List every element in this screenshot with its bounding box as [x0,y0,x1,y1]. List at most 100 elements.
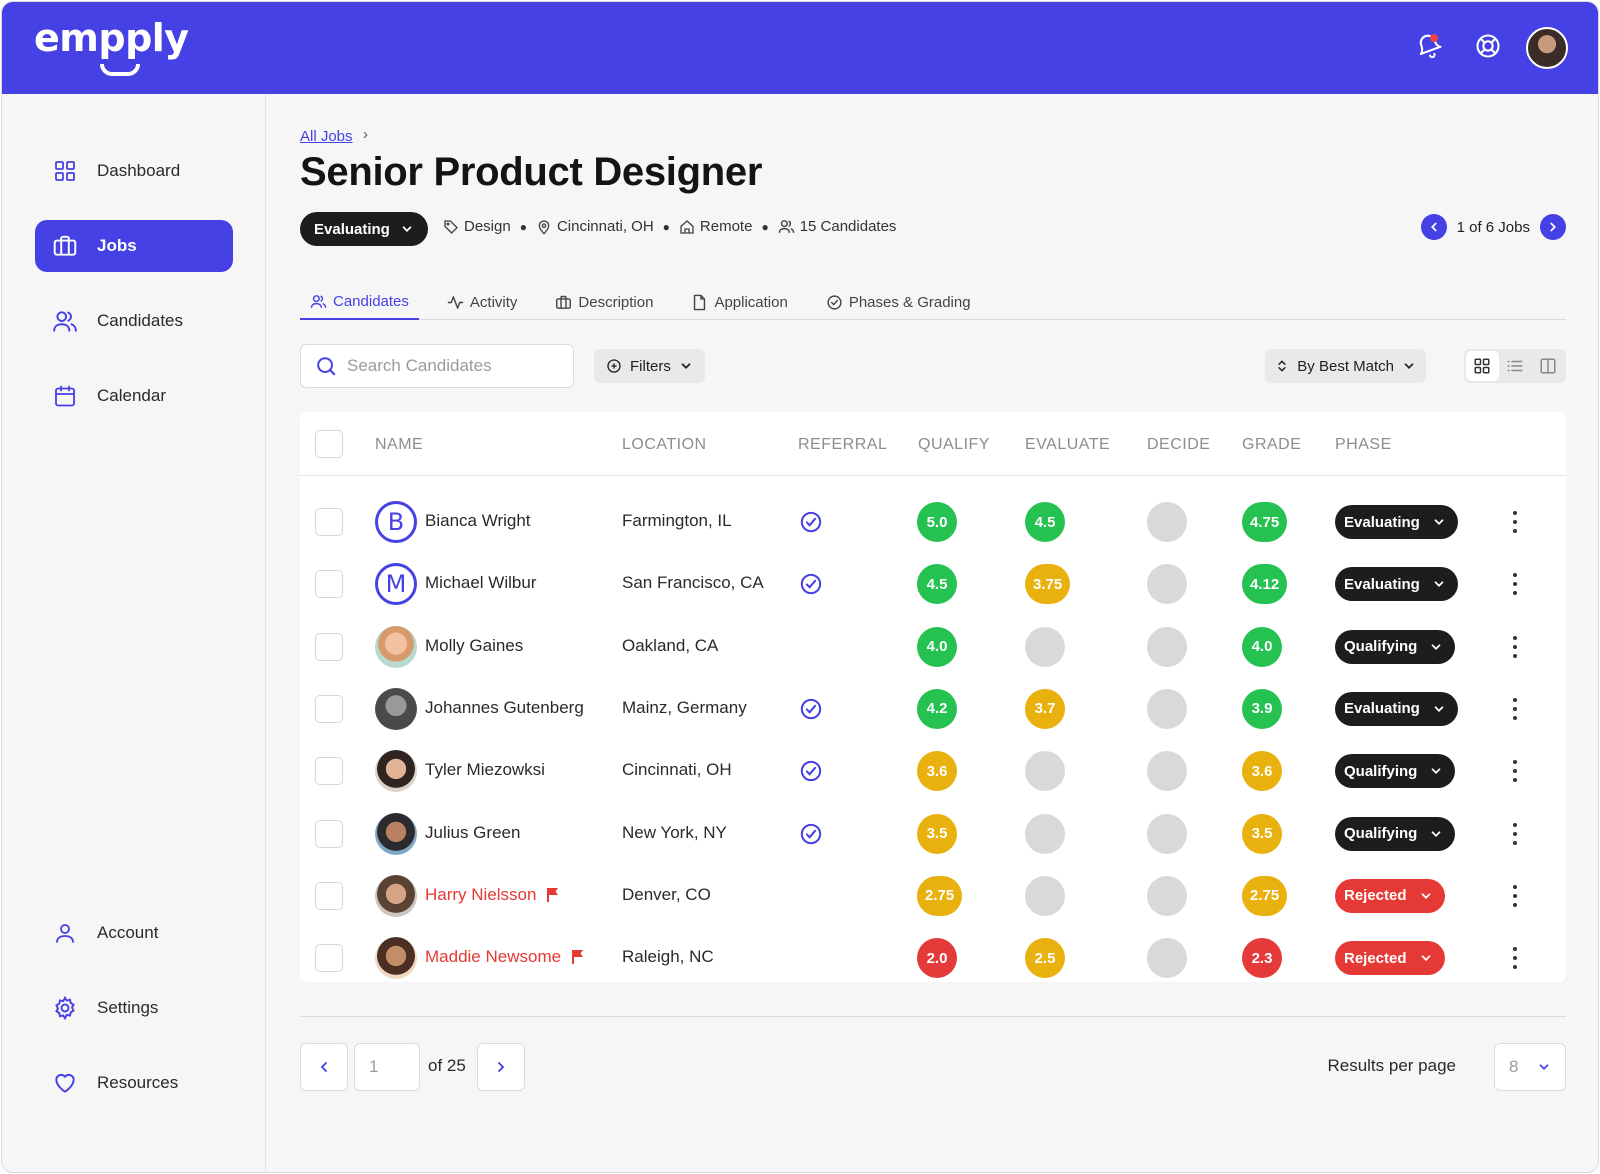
tab-phases-grading[interactable]: Phases & Grading [816,284,981,320]
decide-score-badge[interactable] [1147,938,1187,979]
candidate-name[interactable]: Tyler Miezowksi [425,760,545,780]
tab-activity[interactable]: Activity [437,284,528,320]
sidebar-item-resources[interactable]: Resources [35,1057,233,1109]
evaluate-score-badge[interactable] [1025,875,1065,916]
qualify-score-badge[interactable]: 5.0 [917,502,957,542]
sidebar-item-dashboard[interactable]: Dashboard [35,145,233,197]
grade-score-badge[interactable]: 4.12 [1242,564,1288,605]
job-status-dropdown[interactable]: Evaluating [300,212,428,246]
evaluate-score-badge[interactable]: 2.5 [1025,938,1065,979]
sidebar-item-candidates[interactable]: Candidates [35,295,233,347]
grid-view-button[interactable] [1466,351,1499,381]
grade-score-badge[interactable]: 2.75 [1242,875,1288,916]
row-checkbox[interactable] [315,819,343,848]
qualify-score-badge[interactable]: 3.5 [917,813,957,854]
tab-description[interactable]: Description [545,284,663,320]
row-checkbox[interactable] [315,881,343,910]
bell-icon[interactable] [1415,32,1443,60]
row-more-menu-icon[interactable] [1512,884,1518,907]
row-more-menu-icon[interactable] [1512,697,1518,720]
qualify-score-badge[interactable]: 4.2 [917,688,957,729]
decide-score-badge[interactable] [1147,564,1187,605]
candidate-name[interactable]: Molly Gaines [425,636,523,656]
decide-score-badge[interactable] [1147,875,1187,916]
help-lifebuoy-icon[interactable] [1474,32,1502,60]
candidate-name[interactable]: Julius Green [425,823,520,843]
column-header-decide[interactable]: DECIDE [1147,436,1210,454]
phase-dropdown[interactable]: Rejected [1335,941,1445,976]
tab-candidates[interactable]: Candidates [300,284,419,320]
logo[interactable]: empply [34,16,189,60]
filters-button[interactable]: Filters [594,349,705,383]
table-row[interactable]: Tyler Miezowksi Cincinnati, OH 3.6 3.6 Qua… [300,739,1566,803]
table-row[interactable]: Johannes Gutenberg Mainz, Germany 4.2 3.7 3… [300,677,1566,741]
table-row[interactable]: Maddie Newsome Raleigh, NC 2.0 2.5 2.3 Reje… [300,926,1566,990]
sidebar-item-jobs[interactable]: Jobs [35,220,233,272]
column-header-location[interactable]: LOCATION [622,436,707,454]
decide-score-badge[interactable] [1147,688,1187,729]
row-more-menu-icon[interactable] [1512,635,1518,658]
evaluate-score-badge[interactable] [1025,626,1065,667]
qualify-score-badge[interactable]: 4.5 [917,564,957,605]
row-more-menu-icon[interactable] [1512,511,1518,533]
next-job-button[interactable] [1540,214,1566,240]
decide-score-badge[interactable] [1147,751,1187,792]
row-more-menu-icon[interactable] [1512,947,1518,970]
decide-score-badge[interactable] [1147,502,1187,542]
column-header-evaluate[interactable]: EVALUATE [1025,436,1110,454]
table-row[interactable]: Molly Gaines Oakland, CA 4.0 4.0 Qualifyin… [300,615,1566,679]
row-checkbox[interactable] [315,570,343,599]
candidate-name[interactable]: Bianca Wright [425,511,531,531]
qualify-score-badge[interactable]: 2.0 [917,938,957,979]
evaluate-score-badge[interactable] [1025,751,1065,792]
row-checkbox[interactable] [315,944,343,973]
row-more-menu-icon[interactable] [1512,760,1518,783]
row-more-menu-icon[interactable] [1512,822,1518,845]
search-input[interactable]: Search Candidates [300,344,574,388]
column-header-referral[interactable]: REFERRAL [798,436,887,454]
column-header-qualify[interactable]: QUALIFY [918,436,990,454]
sidebar-item-account[interactable]: Account [35,907,233,959]
phase-dropdown[interactable]: Qualifying [1335,816,1456,851]
evaluate-score-badge[interactable] [1025,813,1065,854]
evaluate-score-badge[interactable]: 3.7 [1025,688,1065,729]
row-checkbox[interactable] [315,508,343,536]
prev-job-button[interactable] [1420,214,1447,240]
evaluate-score-badge[interactable]: 3.75 [1025,564,1071,605]
grade-score-badge[interactable]: 3.6 [1242,751,1282,792]
grade-score-badge[interactable]: 3.9 [1242,688,1282,729]
grade-score-badge[interactable]: 3.5 [1242,813,1282,854]
table-row[interactable]: Julius Green New York, NY 3.5 3.5 Qualifyi… [300,802,1566,866]
user-avatar[interactable] [1526,27,1568,69]
candidate-name[interactable]: Maddie Newsome [425,947,585,967]
phase-dropdown[interactable]: Rejected [1335,878,1445,913]
sort-dropdown[interactable]: By Best Match [1265,349,1426,383]
phase-dropdown[interactable]: Evaluating [1335,505,1458,539]
next-page-button[interactable] [477,1043,525,1091]
candidate-name[interactable]: Harry Nielsson [425,885,560,905]
phase-dropdown[interactable]: Qualifying [1335,754,1456,789]
column-header-phase[interactable]: PHASE [1335,436,1392,454]
table-row[interactable]: B Bianca Wright Farmington, IL 5.0 4.5 4.75… [300,490,1566,554]
results-per-page-select[interactable]: 8 [1494,1043,1566,1091]
qualify-score-badge[interactable]: 2.75 [917,875,963,916]
phase-dropdown[interactable]: Evaluating [1335,567,1458,602]
decide-score-badge[interactable] [1147,813,1187,854]
decide-score-badge[interactable] [1147,626,1187,667]
row-checkbox[interactable] [315,694,343,723]
candidate-name[interactable]: Michael Wilbur [425,573,536,593]
prev-page-button[interactable] [300,1043,348,1091]
table-row[interactable]: Harry Nielsson Denver, CO 2.75 2.75 Reject… [300,864,1566,928]
sidebar-item-settings[interactable]: Settings [35,982,233,1034]
grade-score-badge[interactable]: 2.3 [1242,938,1282,979]
row-checkbox[interactable] [315,757,343,786]
row-checkbox[interactable] [315,632,343,661]
split-view-button[interactable] [1531,351,1564,381]
list-view-button[interactable] [1499,351,1532,381]
column-header-name[interactable]: NAME [375,436,423,454]
grade-score-badge[interactable]: 4.0 [1242,626,1282,667]
qualify-score-badge[interactable]: 3.6 [917,751,957,792]
evaluate-score-badge[interactable]: 4.5 [1025,502,1065,542]
row-more-menu-icon[interactable] [1512,573,1518,596]
qualify-score-badge[interactable]: 4.0 [917,626,957,667]
